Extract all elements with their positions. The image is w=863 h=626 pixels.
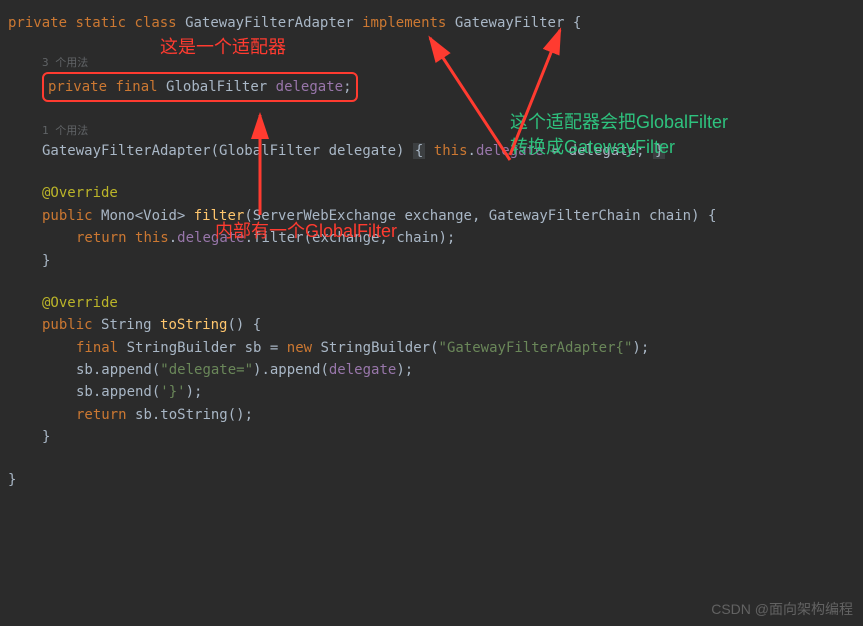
append-end: ); — [396, 362, 413, 378]
append-call: sb.append( — [76, 362, 160, 378]
string-literal: "delegate=" — [160, 362, 253, 378]
keyword-this: this — [434, 143, 468, 159]
watermark: CSDN @面向架构编程 — [711, 598, 853, 620]
field-name: delegate — [276, 79, 343, 95]
ctor-name: GatewayFilterAdapter — [42, 143, 211, 159]
class-name: GatewayFilterAdapter — [185, 15, 354, 31]
return-expr: sb.toString(); — [135, 407, 253, 423]
append-call: sb.append( — [76, 384, 160, 400]
keyword-class: class — [134, 15, 176, 31]
annotation-adapter-label: 这是一个适配器 — [160, 33, 286, 62]
open-brace: { — [573, 15, 581, 31]
return-type: Mono<Void> — [101, 208, 185, 224]
return-type: String — [101, 317, 152, 333]
field-declaration: private final GlobalFilter delegate; — [8, 72, 855, 102]
sb-append2: sb.append('}'); — [8, 381, 855, 403]
keyword-private: private — [48, 79, 107, 95]
append-end: ); — [186, 384, 203, 400]
field-type: GlobalFilter — [166, 79, 267, 95]
override-annotation: @Override — [42, 185, 118, 201]
keyword-final: final — [76, 340, 118, 356]
semicolon: ; — [343, 79, 351, 95]
keyword-return: return — [76, 407, 127, 423]
sb-append1: sb.append("delegate=").append(delegate); — [8, 359, 855, 381]
param1-name: exchange — [405, 208, 472, 224]
highlight-box: private final GlobalFilter delegate; — [42, 72, 358, 102]
param2-type: GatewayFilterChain — [489, 208, 641, 224]
usage-hint-1: 3 个用法 — [8, 54, 855, 72]
string-literal: "GatewayFilterAdapter{" — [439, 340, 633, 356]
param-name: delegate — [329, 143, 396, 159]
annotation-globalfilter-label: 内部有一个GlobalFilter — [215, 217, 397, 246]
keyword-static: static — [75, 15, 126, 31]
code-editor: private static class GatewayFilterAdapte… — [8, 12, 855, 491]
keyword-new: new — [287, 340, 312, 356]
class-declaration: private static class GatewayFilterAdapte… — [8, 12, 855, 34]
tostring-method: public String toString() { — [8, 314, 855, 336]
keyword-final: final — [115, 79, 157, 95]
open-brace: { — [253, 317, 261, 333]
param-type: GlobalFilter — [219, 143, 320, 159]
sb-ctor: StringBuilder — [321, 340, 431, 356]
method-name: toString — [160, 317, 227, 333]
keyword-public: public — [42, 208, 93, 224]
param2-name: chain — [649, 208, 691, 224]
close-brace: } — [42, 253, 50, 269]
keyword-public: public — [42, 317, 93, 333]
append-chain: ).append( — [253, 362, 329, 378]
keyword-return: return — [76, 230, 127, 246]
override-annotation: @Override — [42, 295, 118, 311]
sb-type: StringBuilder — [127, 340, 237, 356]
filter-method: public Mono<Void> filter(ServerWebExchan… — [8, 205, 855, 227]
field-ref: delegate — [329, 362, 396, 378]
keyword-this: this — [135, 230, 169, 246]
sb-var: sb — [245, 340, 262, 356]
final-close-brace: } — [8, 472, 16, 488]
char-literal: '}' — [160, 384, 185, 400]
close-brace: } — [42, 429, 50, 445]
sb-return: return sb.toString(); — [8, 404, 855, 426]
keyword-implements: implements — [362, 15, 446, 31]
sb-declare: final StringBuilder sb = new StringBuild… — [8, 337, 855, 359]
interface-name: GatewayFilter — [455, 15, 565, 31]
keyword-private: private — [8, 15, 67, 31]
open-brace: { — [708, 208, 716, 224]
brace-open: { — [413, 143, 425, 159]
annotation-convert-label: 这个适配器会把GlobalFilter转换成GatewayFilter — [510, 110, 728, 160]
filter-return: return this.delegate.filter(exchange, ch… — [8, 227, 855, 249]
